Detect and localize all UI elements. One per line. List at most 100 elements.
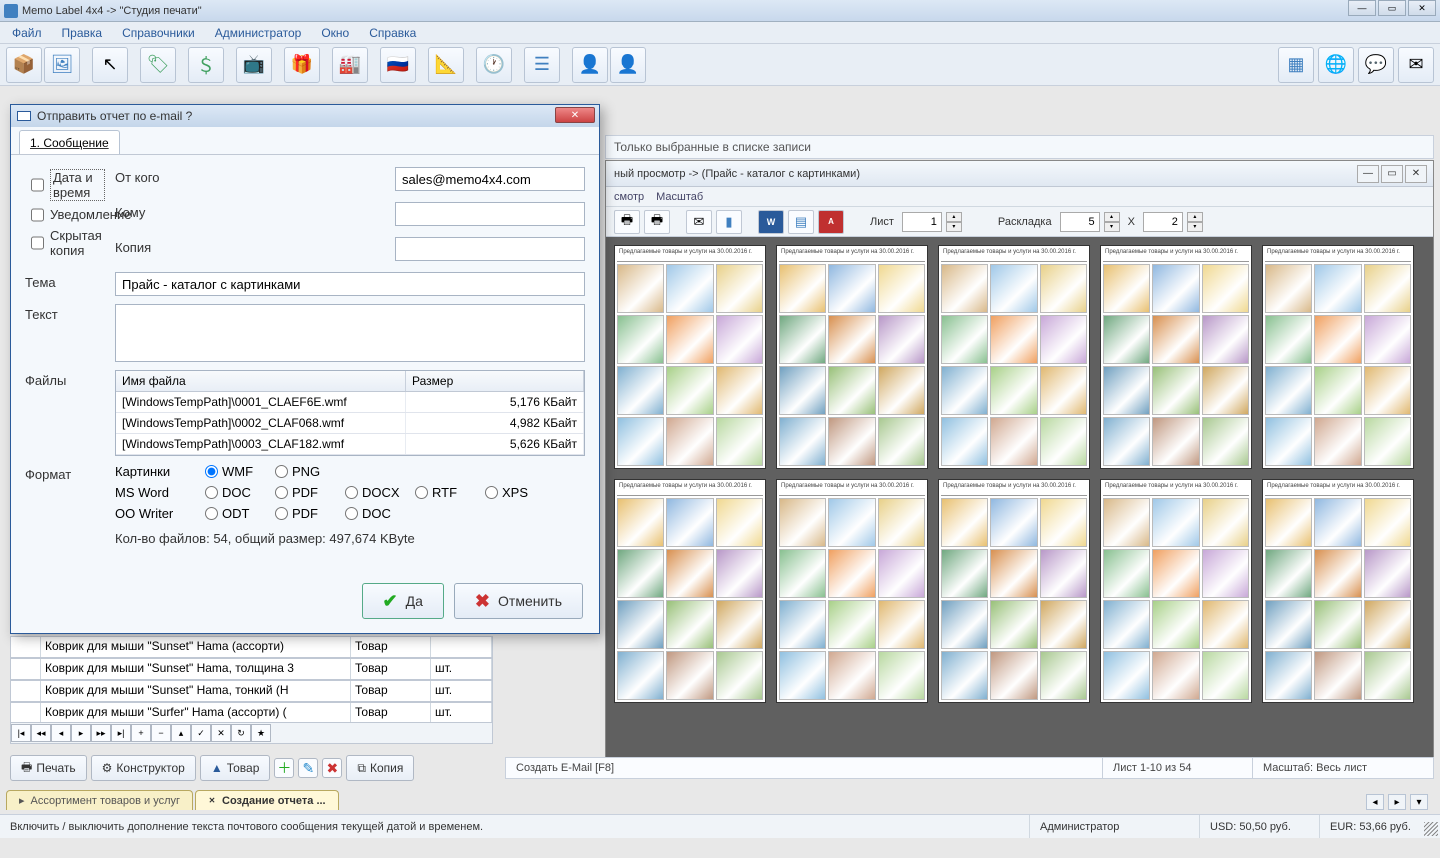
toolbar-album-icon[interactable]: 🖼 <box>44 47 80 83</box>
menu-file[interactable]: Файл <box>4 24 50 42</box>
page-thumbnail[interactable]: Предлагаемые товары и услуги на 30.00.20… <box>614 479 766 703</box>
close-button[interactable]: ✕ <box>1408 0 1436 16</box>
check-notify[interactable]: Уведомление <box>31 207 105 222</box>
menu-help[interactable]: Справка <box>361 24 424 42</box>
page-thumbnail[interactable]: Предлагаемые товары и услуги на 30.00.20… <box>776 479 928 703</box>
toolbar-user-male-icon[interactable]: 👤 <box>572 47 608 83</box>
toolbar-pointer-icon[interactable]: ↖ <box>92 47 128 83</box>
page-thumbnail[interactable]: Предлагаемые товары и услуги на 30.00.20… <box>776 245 928 469</box>
yes-button[interactable]: ✔Да <box>362 583 444 619</box>
preview-maximize-button[interactable]: ▭ <box>1381 165 1403 183</box>
toolbar-gift-icon[interactable]: 🎁 <box>284 47 320 83</box>
preview-pages-grid[interactable]: Предлагаемые товары и услуги на 30.00.20… <box>606 237 1433 767</box>
delete-button[interactable]: ✖ <box>322 758 342 778</box>
toolbar-ruler-icon[interactable]: 📐 <box>428 47 464 83</box>
preview-email-icon[interactable]: ✉ <box>686 210 712 234</box>
check-date-time-box[interactable] <box>31 178 44 192</box>
nav-last-button[interactable]: ▸| <box>111 724 131 742</box>
preview-layout-cols-input[interactable] <box>1060 212 1100 232</box>
preview-minimize-button[interactable]: — <box>1357 165 1379 183</box>
preview-layout-rows-input[interactable] <box>1143 212 1183 232</box>
menu-references[interactable]: Справочники <box>114 24 203 42</box>
menu-admin[interactable]: Администратор <box>207 24 310 42</box>
toolbar-mail-icon[interactable]: ✉ <box>1398 47 1434 83</box>
spinner-up-icon[interactable]: ▴ <box>946 212 962 222</box>
body-textarea[interactable] <box>115 304 585 362</box>
nav-next-page-button[interactable]: ▸▸ <box>91 724 111 742</box>
files-table-row[interactable]: [WindowsTempPath]\0003_CLAF182.wmf5,626 … <box>116 434 584 455</box>
files-th-name[interactable]: Имя файла <box>116 371 406 391</box>
check-date-time[interactable]: Дата и время <box>31 169 105 201</box>
dialog-tab-message[interactable]: 1. Сообщение <box>19 130 120 154</box>
toolbar-tag-icon[interactable]: 🏷 <box>140 47 176 83</box>
table-row[interactable]: Коврик для мыши "Sunset" Hama (ассорти)Т… <box>10 636 493 658</box>
check-notify-box[interactable] <box>31 208 44 222</box>
print-button[interactable]: 🖶Печать <box>10 755 87 781</box>
toolbar-clock-icon[interactable]: 🕐 <box>476 47 512 83</box>
add-button[interactable]: ＋ <box>274 758 294 778</box>
preview-sheet-spinner[interactable]: ▴▾ <box>946 212 962 232</box>
preview-print-icon[interactable]: 🖶 <box>614 210 640 234</box>
cc-input[interactable] <box>395 237 585 261</box>
page-thumbnail[interactable]: Предлагаемые товары и услуги на 30.00.20… <box>938 479 1090 703</box>
designer-button[interactable]: ⚙Конструктор <box>91 755 196 781</box>
tabs-dropdown-button[interactable]: ▾ <box>1410 794 1428 810</box>
page-thumbnail[interactable]: Предлагаемые товары и услуги на 30.00.20… <box>1262 479 1414 703</box>
tab-report[interactable]: ✕ Создание отчета ... <box>195 790 339 810</box>
preview-print-cancel-icon[interactable]: 🖶 <box>644 210 670 234</box>
preview-cols-spinner[interactable]: ▴▾ <box>1104 212 1120 232</box>
page-thumbnail[interactable]: Предлагаемые товары и услуги на 30.00.20… <box>938 245 1090 469</box>
nav-delete-button[interactable]: − <box>151 724 171 742</box>
nav-first-button[interactable]: |◂ <box>11 724 31 742</box>
spinner-down-icon[interactable]: ▾ <box>1104 222 1120 232</box>
page-thumbnail[interactable]: Предлагаемые товары и услуги на 30.00.20… <box>1262 245 1414 469</box>
copy-button[interactable]: ⧉Копия <box>346 755 414 781</box>
goods-button[interactable]: ▲Товар <box>200 755 271 781</box>
nav-prev-button[interactable]: ◂ <box>51 724 71 742</box>
preview-word-icon[interactable]: W <box>758 210 784 234</box>
files-table-row[interactable]: [WindowsTempPath]\0001_CLAEF6E.wmf5,176 … <box>116 392 584 413</box>
cancel-button[interactable]: ✖Отменить <box>454 583 583 619</box>
table-row[interactable]: Коврик для мыши "Surfer" Hama (ассорти) … <box>10 702 493 724</box>
toolbar-list-icon[interactable]: ☰ <box>524 47 560 83</box>
preview-sheet-input[interactable] <box>902 212 942 232</box>
preview-close-button[interactable]: ✕ <box>1405 165 1427 183</box>
tabs-scroll-right-button[interactable]: ▸ <box>1388 794 1406 810</box>
radio-oo-doc[interactable]: DOC <box>345 506 415 521</box>
spinner-up-icon[interactable]: ▴ <box>1104 212 1120 222</box>
menu-window[interactable]: Окно <box>313 24 357 42</box>
tab-assortment[interactable]: ▸ Ассортимент товаров и услуг <box>6 790 193 810</box>
toolbar-chat-icon[interactable]: 💬 <box>1358 47 1394 83</box>
dialog-close-button[interactable]: ✕ <box>555 107 595 123</box>
nav-next-button[interactable]: ▸ <box>71 724 91 742</box>
files-table-row[interactable]: [WindowsTempPath]\0002_CLAF068.wmf4,982 … <box>116 413 584 434</box>
nav-cancel-button[interactable]: ✕ <box>211 724 231 742</box>
toolbar-user-female-icon[interactable]: 👤 <box>610 47 646 83</box>
preview-menu-scale[interactable]: Масштаб <box>656 191 703 203</box>
files-th-size[interactable]: Размер <box>406 371 584 391</box>
spinner-down-icon[interactable]: ▾ <box>1187 222 1203 232</box>
nav-prev-page-button[interactable]: ◂◂ <box>31 724 51 742</box>
nav-edit-button[interactable]: ▴ <box>171 724 191 742</box>
radio-wmf[interactable]: WMF <box>205 464 275 479</box>
radio-oo-pdf[interactable]: PDF <box>275 506 345 521</box>
spinner-down-icon[interactable]: ▾ <box>946 222 962 232</box>
dialog-titlebar[interactable]: Отправить отчет по e-mail ? ✕ <box>11 105 599 127</box>
check-bcc-box[interactable] <box>31 236 44 250</box>
toolbar-box-icon[interactable]: 📦 <box>6 47 42 83</box>
radio-pdf[interactable]: PDF <box>275 485 345 500</box>
toolbar-globe-icon[interactable]: 🌐 <box>1318 47 1354 83</box>
toolbar-tv-icon[interactable]: 📺 <box>236 47 272 83</box>
preview-oo-icon[interactable]: ▤ <box>788 210 814 234</box>
radio-odt[interactable]: ODT <box>205 506 275 521</box>
tabs-scroll-left-button[interactable]: ◂ <box>1366 794 1384 810</box>
spinner-up-icon[interactable]: ▴ <box>1187 212 1203 222</box>
from-input[interactable] <box>395 167 585 191</box>
nav-refresh-button[interactable]: ↻ <box>231 724 251 742</box>
radio-doc[interactable]: DOC <box>205 485 275 500</box>
preview-pdf-icon[interactable]: A <box>818 210 844 234</box>
check-bcc[interactable]: Скрытая копия <box>31 228 105 258</box>
radio-rtf[interactable]: RTF <box>415 485 485 500</box>
page-thumbnail[interactable]: Предлагаемые товары и услуги на 30.00.20… <box>1100 479 1252 703</box>
radio-xps[interactable]: XPS <box>485 485 555 500</box>
